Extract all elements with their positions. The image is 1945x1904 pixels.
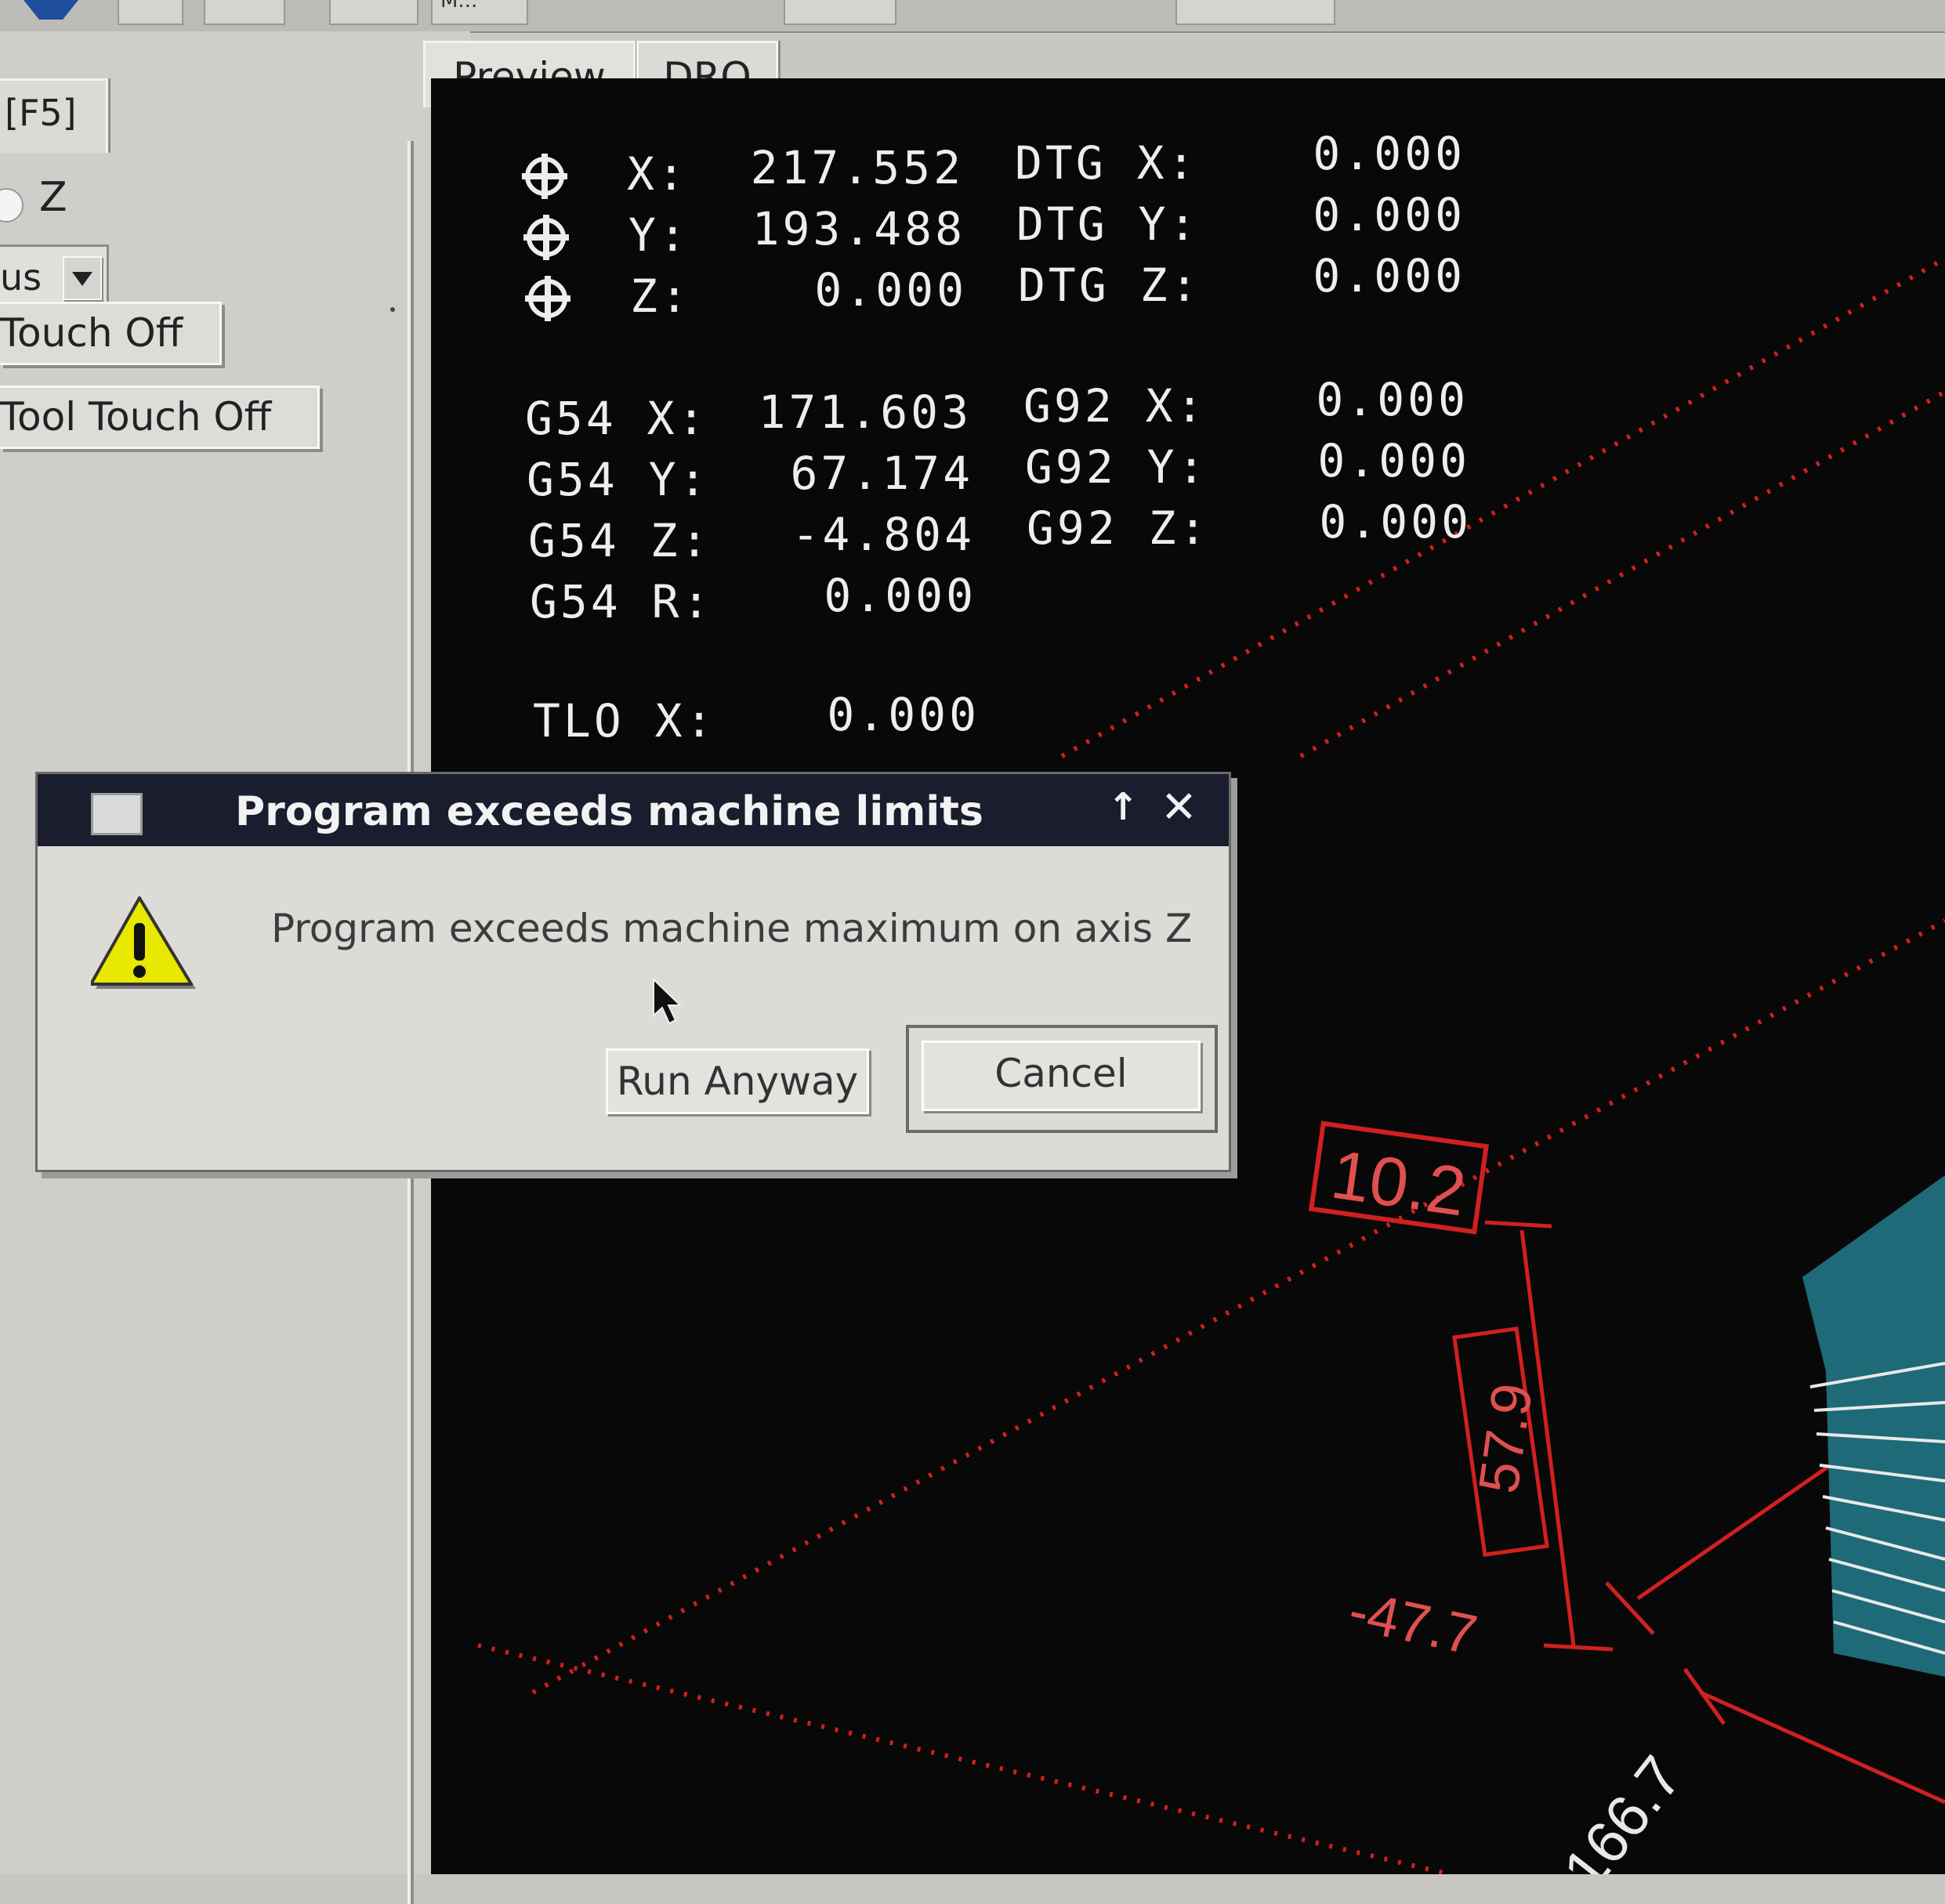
tool-touch-off-label: Tool Touch Off: [0, 394, 272, 440]
g54-r-value: 0.000: [824, 569, 976, 622]
toolbar-button-mdi[interactable]: M...: [431, 0, 528, 25]
touch-off-button[interactable]: Touch Off: [0, 302, 222, 365]
warning-icon: [91, 896, 196, 989]
arrow-icon[interactable]: [24, 0, 78, 24]
dim-line: [1699, 1690, 1945, 1804]
g54-y-label: G54 Y:: [527, 453, 710, 506]
g54-z-value: -4.804: [791, 508, 975, 561]
dtg-y-label: DTG Y:: [1016, 197, 1200, 251]
dro-value-y: 193.488: [752, 202, 965, 255]
dro-axis-x: X:: [627, 147, 688, 201]
dialog-message: Program exceeds machine maximum on axis …: [271, 906, 1193, 951]
axis-z-label: Z: [39, 174, 67, 221]
cancel-button[interactable]: Cancel: [922, 1041, 1201, 1111]
run-anyway-button[interactable]: Run Anyway: [606, 1048, 869, 1114]
dtg-z-label: DTG Z:: [1018, 259, 1201, 312]
speck: [390, 307, 395, 312]
toolpath: [1802, 1175, 1945, 1677]
toolbar-button[interactable]: [118, 0, 183, 25]
g54-r-label: G54 R:: [530, 575, 713, 628]
g92-x-value: 0.000: [1316, 373, 1469, 426]
g54-z-label: G54 Z:: [528, 514, 712, 567]
dtg-z-value: 0.000: [1313, 249, 1465, 302]
g92-y-label: G92 Y:: [1025, 440, 1208, 494]
dim-tick: [1682, 1667, 1726, 1725]
raise-icon[interactable]: ↑: [1107, 785, 1139, 829]
g92-z-value: 0.000: [1319, 495, 1472, 548]
close-icon[interactable]: ✕: [1161, 782, 1197, 833]
homed-icon: [522, 154, 567, 199]
dialog-title: Program exceeds machine limits: [235, 788, 983, 835]
g92-y-value: 0.000: [1317, 434, 1470, 487]
toolbar-button[interactable]: [329, 0, 418, 25]
chevron-down-icon[interactable]: [63, 256, 102, 300]
dro-value-x: 217.552: [750, 141, 964, 194]
machine-limits-dialog: Program exceeds machine limits ↑ ✕ Progr…: [35, 772, 1231, 1172]
dim-tick: [1543, 1643, 1614, 1652]
touch-off-label: Touch Off: [0, 310, 183, 356]
dtg-x-label: DTG X:: [1015, 136, 1198, 190]
combo-value: us: [0, 256, 42, 299]
g92-x-label: G92 X:: [1023, 379, 1207, 433]
dim-label-4: 166.7: [1551, 1744, 1695, 1874]
limit-edge: [477, 1643, 1451, 1874]
dro-axis-y: Y:: [628, 208, 690, 262]
toolbar: M...: [0, 0, 1945, 33]
g92-z-label: G92 Z:: [1027, 501, 1210, 555]
cancel-label: Cancel: [994, 1051, 1128, 1096]
dro-value-z: 0.000: [814, 263, 967, 317]
homed-icon: [523, 215, 569, 260]
tool-touch-off-button[interactable]: Tool Touch Off: [0, 386, 320, 449]
tlo-x-value: 0.000: [827, 688, 980, 741]
cancel-button-focus-ring: Cancel: [906, 1025, 1218, 1133]
toolbar-partial-label: M...: [440, 0, 478, 13]
dim-tick: [1484, 1220, 1552, 1229]
dimension-labels: 10.2 57.9 -47.7 166.7: [1327, 1135, 1695, 1874]
g54-y-value: 67.174: [790, 447, 973, 500]
dtg-y-value: 0.000: [1313, 188, 1465, 241]
mouse-cursor-icon: [653, 978, 683, 1025]
tlo-x-label: TLO X:: [533, 694, 716, 747]
dialog-title-bar[interactable]: Program exceeds machine limits ↑ ✕: [38, 774, 1229, 846]
g54-x-value: 171.603: [758, 386, 972, 439]
dim-label-3: -47.7: [1343, 1579, 1482, 1667]
dim-label-2: 57.9: [1467, 1380, 1545, 1497]
dro-axis-z: Z:: [630, 270, 691, 323]
homed-icon: [525, 276, 570, 321]
g54-x-label: G54 X:: [525, 392, 708, 445]
window-icon[interactable]: [91, 793, 143, 835]
toolbar-button[interactable]: [1175, 0, 1335, 25]
dim-line: [1636, 1455, 1843, 1601]
toolbar-button[interactable]: [204, 0, 285, 25]
dtg-x-value: 0.000: [1313, 127, 1465, 180]
tab-manual-label: [F5]: [5, 92, 77, 134]
toolbar-button[interactable]: [784, 0, 896, 25]
run-anyway-label: Run Anyway: [616, 1059, 859, 1104]
